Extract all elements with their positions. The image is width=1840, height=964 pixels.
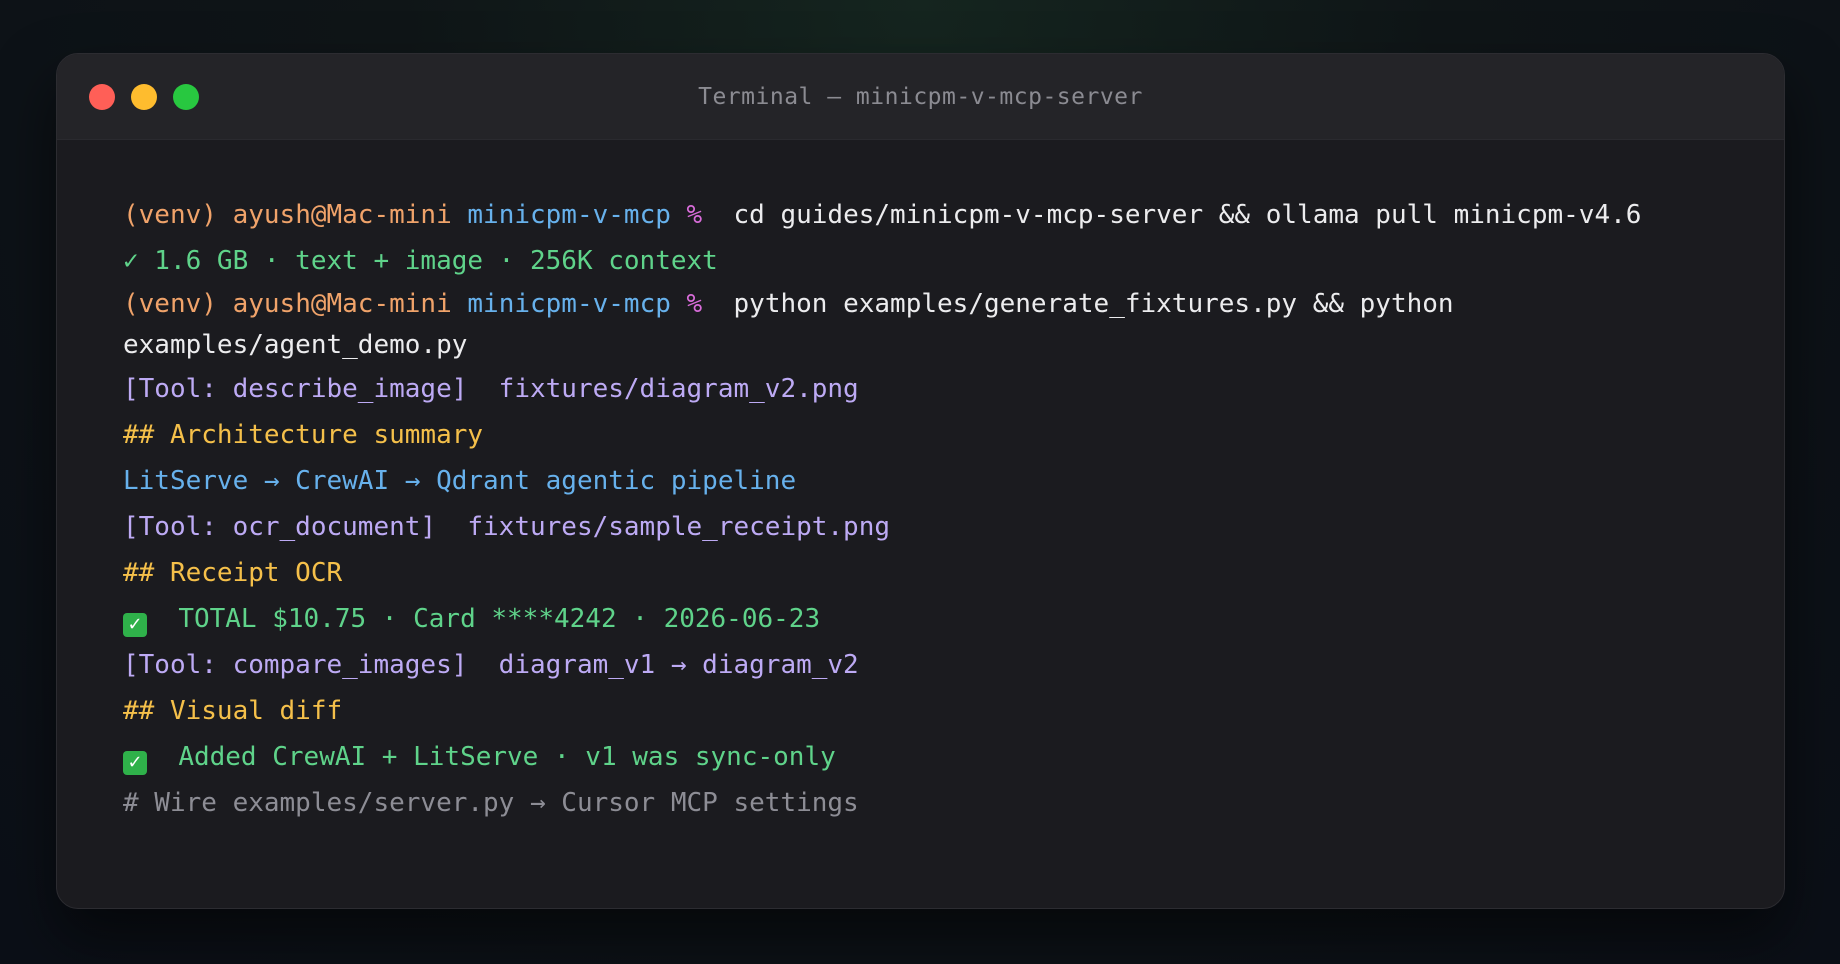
heading-line: ## Receipt OCR (123, 558, 343, 588)
output-line-success: ✓ TOTAL $10.75 · Card ****4242 · 2026-06… (123, 596, 1784, 642)
title-bar: Terminal — minicpm-v-mcp-server (57, 54, 1784, 140)
tool-call-line: [Tool: compare_images] diagram_v1 → diag… (123, 650, 859, 680)
check-mark-icon: ✓ (123, 751, 147, 775)
check-mark-icon: ✓ (123, 613, 147, 637)
command-continuation: examples/agent_demo.py (123, 330, 468, 360)
output-line-success: ✓ Added CrewAI + LitServe · v1 was sync-… (123, 734, 1784, 780)
output-text: Added CrewAI + LitServe · v1 was sync-on… (178, 742, 836, 772)
current-directory: minicpm-v-mcp (467, 289, 671, 319)
user-host: ayush@Mac-mini (232, 289, 452, 319)
output-line: LitServe → CrewAI → Qdrant agentic pipel… (123, 466, 797, 496)
heading-line: ## Architecture summary (123, 420, 484, 450)
terminal-window: Terminal — minicpm-v-mcp-server (venv) a… (56, 53, 1785, 909)
current-directory: minicpm-v-mcp (467, 200, 671, 230)
user-host: ayush@Mac-mini (232, 200, 452, 230)
window-title: Terminal — minicpm-v-mcp-server (698, 84, 1143, 110)
comment-line: # Wire examples/server.py → Cursor MCP s… (123, 788, 859, 818)
venv-label: (venv) (123, 289, 217, 319)
tool-call-line: [Tool: describe_image] fixtures/diagram_… (123, 374, 859, 404)
prompt-line: (venv) ayush@Mac-mini minicpm-v-mcp % cd… (123, 192, 1784, 238)
terminal-output[interactable]: (venv) ayush@Mac-mini minicpm-v-mcp % cd… (57, 140, 1784, 826)
prompt-line: (venv) ayush@Mac-mini minicpm-v-mcp % py… (123, 284, 1784, 325)
command-text: cd guides/minicpm-v-mcp-server && ollama… (733, 200, 1642, 230)
prompt-symbol: % (686, 200, 703, 230)
heading-line: ## Visual diff (123, 696, 343, 726)
output-line-success: ✓ 1.6 GB · text + image · 256K context (123, 246, 718, 276)
prompt-symbol: % (686, 289, 703, 319)
command-text: python examples/generate_fixtures.py && … (733, 289, 1454, 319)
tool-call-line: [Tool: ocr_document] fixtures/sample_rec… (123, 512, 891, 542)
output-text: TOTAL $10.75 · Card ****4242 · 2026-06-2… (178, 604, 821, 634)
venv-label: (venv) (123, 200, 217, 230)
